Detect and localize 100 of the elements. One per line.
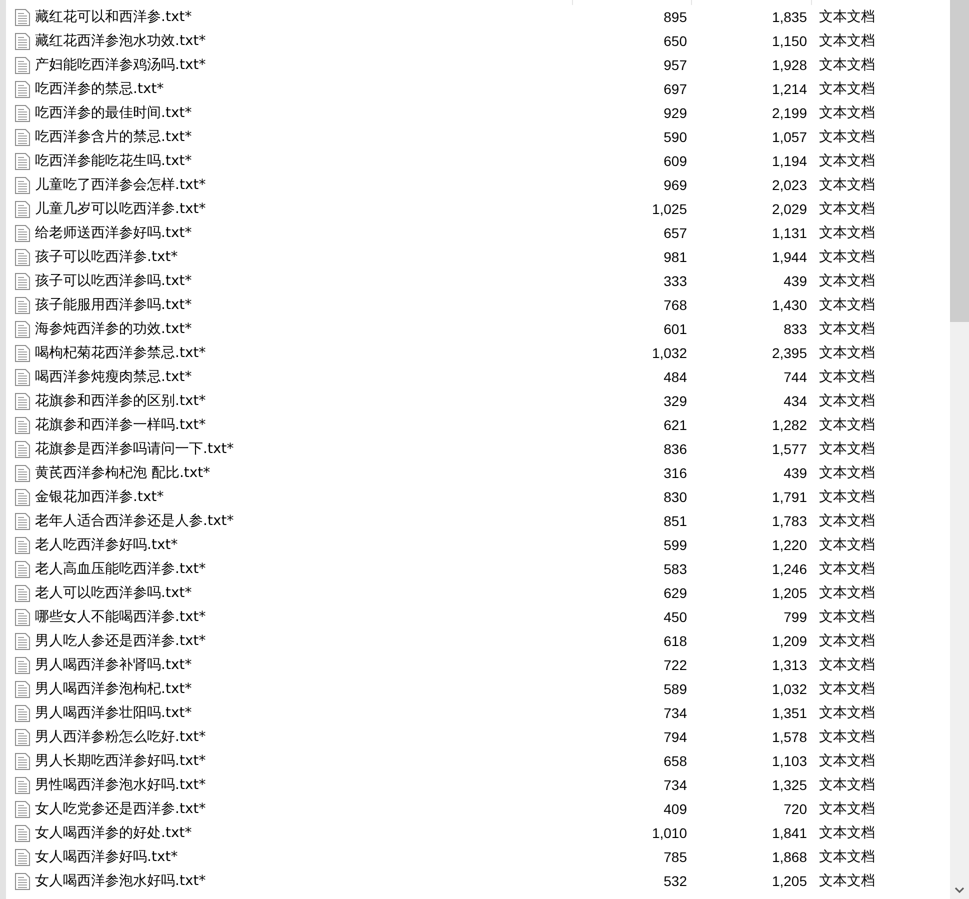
file-type: 文本文档	[819, 177, 875, 193]
text-file-icon	[15, 296, 30, 314]
table-cell-text: 744	[784, 368, 807, 386]
file-name[interactable]: 男性喝西洋参泡水好吗.txt*	[35, 774, 206, 796]
table-cell-text: 599	[664, 536, 687, 554]
file-name[interactable]: 孩子可以吃西洋参吗.txt*	[35, 270, 192, 292]
table-cell-text: 609	[664, 152, 687, 170]
file-name[interactable]: 男人喝西洋参泡枸杞.txt*	[35, 678, 192, 700]
table-cell-text: 1,841	[772, 824, 807, 842]
table-cell-text: 1,205	[772, 872, 807, 890]
file-name[interactable]: 儿童几岁可以吃西洋参.txt*	[35, 198, 206, 220]
text-file-icon	[15, 464, 30, 482]
file-type: 文本文档	[819, 417, 875, 433]
table-cell-text: 836	[664, 440, 687, 458]
file-name[interactable]: 孩子可以吃西洋参.txt*	[35, 246, 178, 268]
text-file-icon	[15, 776, 30, 794]
table-cell-text: 590	[664, 128, 687, 146]
table-cell-text: 1,577	[772, 440, 807, 458]
file-name[interactable]: 产妇能吃西洋参鸡汤吗.txt*	[35, 54, 206, 76]
file-name[interactable]: 藏红花西洋参泡水功效.txt*	[35, 30, 206, 52]
file-name[interactable]: 男人喝西洋参补肾吗.txt*	[35, 654, 192, 676]
file-name[interactable]: 女人喝西洋参的好处.txt*	[35, 822, 192, 844]
file-name[interactable]: 老人高血压能吃西洋参.txt*	[35, 558, 206, 580]
table-cell-text: 1,868	[772, 848, 807, 866]
table-cell-text: 2,029	[772, 200, 807, 218]
scrollbar[interactable]	[950, 0, 969, 899]
table-cell-text: 1,032	[772, 680, 807, 698]
file-name[interactable]: 花旗参是西洋参吗请问一下.txt*	[35, 438, 234, 460]
file-name[interactable]: 海参炖西洋参的功效.txt*	[35, 318, 192, 340]
file-name[interactable]: 喝西洋参炖瘦肉禁忌.txt*	[35, 366, 192, 388]
file-type: 文本文档	[819, 513, 875, 529]
file-name[interactable]: 女人吃党参还是西洋参.txt*	[35, 798, 206, 820]
file-name[interactable]: 哪些女人不能喝西洋参.txt*	[35, 606, 206, 628]
table-cell-text: 1,131	[772, 224, 807, 242]
file-name[interactable]: 女人喝西洋参泡水好吗.txt*	[35, 870, 206, 892]
table-cell-text: 957	[664, 56, 687, 74]
file-type: 文本文档	[819, 585, 875, 601]
table-cell-text: 1,010	[652, 824, 687, 842]
table-cell-text: 1,205	[772, 584, 807, 602]
file-name[interactable]: 喝枸杞菊花西洋参禁忌.txt*	[35, 342, 206, 364]
text-file-icon	[15, 224, 30, 242]
file-name[interactable]: 黄芪西洋参枸杞泡 配比.txt*	[35, 462, 210, 484]
table-cell-text: 439	[784, 464, 807, 482]
table-cell-text: 697	[664, 80, 687, 98]
text-file-icon	[15, 656, 30, 674]
table-cell-text: 768	[664, 296, 687, 314]
file-type: 文本文档	[819, 657, 875, 673]
file-name[interactable]: 金银花加西洋参.txt*	[35, 486, 164, 508]
table-cell-text: 532	[664, 872, 687, 890]
file-name[interactable]: 藏红花可以和西洋参.txt*	[35, 6, 192, 28]
file-name[interactable]: 吃西洋参的禁忌.txt*	[35, 78, 164, 100]
table-cell-text: 1,214	[772, 80, 807, 98]
table-cell-text: 1,325	[772, 776, 807, 794]
text-file-icon	[15, 632, 30, 650]
file-type: 文本文档	[819, 225, 875, 241]
table-cell-text: 1,783	[772, 512, 807, 530]
file-name[interactable]: 老人吃西洋参好吗.txt*	[35, 534, 178, 556]
table-cell-text: 329	[664, 392, 687, 410]
text-file-icon	[15, 80, 30, 98]
text-file-icon	[15, 248, 30, 266]
scrollbar-thumb[interactable]	[950, 0, 969, 322]
table-cell-text: 629	[664, 584, 687, 602]
file-name[interactable]: 男人西洋参粉怎么吃好.txt*	[35, 726, 206, 748]
file-name[interactable]: 给老师送西洋参好吗.txt*	[35, 222, 192, 244]
table-cell-text: 1,351	[772, 704, 807, 722]
file-type: 文本文档	[819, 489, 875, 505]
table-cell-text: 830	[664, 488, 687, 506]
file-type: 文本文档	[819, 9, 875, 25]
file-name[interactable]: 老年人适合西洋参还是人参.txt*	[35, 510, 234, 532]
table-cell-text: 657	[664, 224, 687, 242]
table-cell-text: 794	[664, 728, 687, 746]
file-name[interactable]: 男人喝西洋参壮阳吗.txt*	[35, 702, 192, 724]
table-cell-text: 484	[664, 368, 687, 386]
file-name[interactable]: 吃西洋参能吃花生吗.txt*	[35, 150, 192, 172]
file-name[interactable]: 老人可以吃西洋参吗.txt*	[35, 582, 192, 604]
file-type: 文本文档	[819, 705, 875, 721]
file-name[interactable]: 孩子能服用西洋参吗.txt*	[35, 294, 192, 316]
file-name[interactable]: 吃西洋参的最佳时间.txt*	[35, 102, 192, 124]
file-name[interactable]: 花旗参和西洋参一样吗.txt*	[35, 414, 206, 436]
table-cell-text: 621	[664, 416, 687, 434]
text-file-icon	[15, 824, 30, 842]
text-file-icon	[15, 368, 30, 386]
file-type: 文本文档	[819, 129, 875, 145]
table-cell-text: 1,150	[772, 32, 807, 50]
file-name[interactable]: 男人吃人参还是西洋参.txt*	[35, 630, 206, 652]
file-name[interactable]: 儿童吃了西洋参会怎样.txt*	[35, 174, 206, 196]
text-file-icon	[15, 752, 30, 770]
file-type: 文本文档	[819, 633, 875, 649]
file-type: 文本文档	[819, 537, 875, 553]
file-name[interactable]: 吃西洋参含片的禁忌.txt*	[35, 126, 192, 148]
table-cell-text: 2,395	[772, 344, 807, 362]
table-cell-text: 1,057	[772, 128, 807, 146]
text-file-icon	[15, 176, 30, 194]
text-file-icon	[15, 800, 30, 818]
file-name[interactable]: 花旗参和西洋参的区别.txt*	[35, 390, 206, 412]
file-name[interactable]: 男人长期吃西洋参好吗.txt*	[35, 750, 206, 772]
table-cell-text: 650	[664, 32, 687, 50]
file-type: 文本文档	[819, 273, 875, 289]
file-name[interactable]: 女人喝西洋参好吗.txt*	[35, 846, 178, 868]
table-cell-text: 929	[664, 104, 687, 122]
